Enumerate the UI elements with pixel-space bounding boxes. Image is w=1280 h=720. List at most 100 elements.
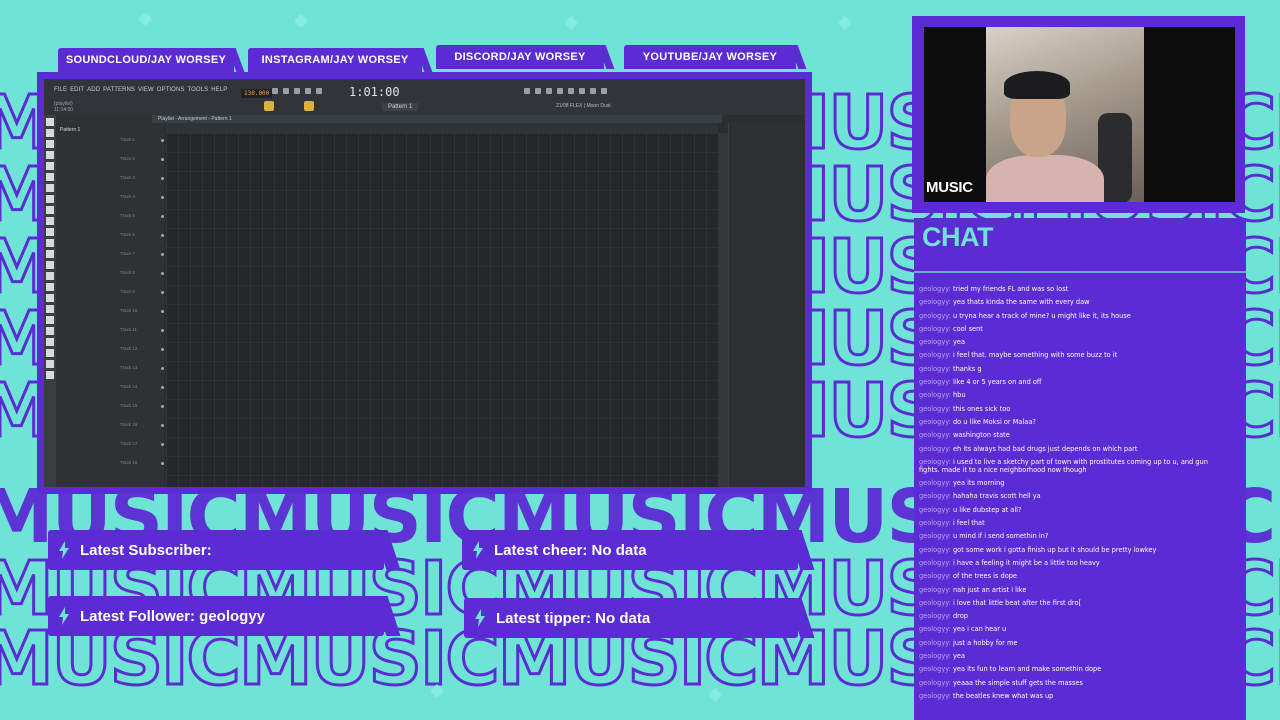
- chat-username[interactable]: geologyy:: [919, 679, 951, 687]
- track-header[interactable]: Track 16: [114, 420, 166, 439]
- chat-username[interactable]: geologyy:: [919, 391, 951, 399]
- sidebar-key[interactable]: [46, 140, 54, 148]
- track-header[interactable]: Track 18: [114, 458, 166, 477]
- tool-icon[interactable]: [568, 88, 574, 94]
- chat-username[interactable]: geologyy:: [919, 639, 951, 647]
- menu-tools[interactable]: TOOLS: [187, 87, 208, 93]
- sidebar-key[interactable]: [46, 305, 54, 313]
- chat-username[interactable]: geologyy:: [919, 479, 951, 487]
- chat-username[interactable]: geologyy:: [919, 612, 951, 620]
- track-header[interactable]: Track 4: [114, 192, 166, 211]
- track-header[interactable]: Track 14: [114, 382, 166, 401]
- tool-icon[interactable]: [524, 88, 530, 94]
- sidebar-key[interactable]: [46, 272, 54, 280]
- chat-username[interactable]: geologyy:: [919, 572, 951, 580]
- chat-username[interactable]: geologyy:: [919, 431, 951, 439]
- tool-icon[interactable]: [579, 88, 585, 94]
- chat-username[interactable]: geologyy:: [919, 325, 951, 333]
- vertical-scrollbar[interactable]: [718, 133, 728, 487]
- tool-icon[interactable]: [590, 88, 596, 94]
- menu-add[interactable]: ADD: [87, 87, 100, 93]
- chat-username[interactable]: geologyy:: [919, 458, 951, 466]
- sidebar-key[interactable]: [46, 184, 54, 192]
- timeline-ruler[interactable]: [166, 123, 718, 133]
- social-tab-discord[interactable]: DISCORD/JAY WORSEY: [436, 45, 604, 69]
- sidebar-key[interactable]: [46, 294, 54, 302]
- social-tab-instagram[interactable]: INSTAGRAM/JAY WORSEY: [248, 48, 422, 72]
- chat-username[interactable]: geologyy:: [919, 546, 951, 554]
- track-header[interactable]: Track 9: [114, 287, 166, 306]
- pattern-item[interactable]: Pattern 1: [60, 127, 80, 133]
- track-header[interactable]: Track 11: [114, 325, 166, 344]
- tool-icon[interactable]: [272, 88, 278, 94]
- menu-edit[interactable]: EDIT: [70, 87, 84, 93]
- track-header[interactable]: Track 7: [114, 249, 166, 268]
- chat-username[interactable]: geologyy:: [919, 599, 951, 607]
- track-header[interactable]: Track 10: [114, 306, 166, 325]
- chat-username[interactable]: geologyy:: [919, 506, 951, 514]
- chat-username[interactable]: geologyy:: [919, 418, 951, 426]
- chat-username[interactable]: geologyy:: [919, 351, 951, 359]
- playlist-grid[interactable]: [166, 133, 718, 487]
- tool-icon[interactable]: [316, 88, 322, 94]
- sidebar-key[interactable]: [46, 316, 54, 324]
- chat-username[interactable]: geologyy:: [919, 492, 951, 500]
- menu-patterns[interactable]: PATTERNS: [103, 87, 135, 93]
- pattern-selector[interactable]: Pattern 1: [382, 103, 419, 111]
- track-header[interactable]: Track 3: [114, 173, 166, 192]
- sidebar-key[interactable]: [46, 239, 54, 247]
- sidebar-key[interactable]: [46, 349, 54, 357]
- tool-icon[interactable]: [283, 88, 289, 94]
- tool-icon[interactable]: [546, 88, 552, 94]
- chat-username[interactable]: geologyy:: [919, 298, 951, 306]
- sidebar-key[interactable]: [46, 173, 54, 181]
- tool-icon[interactable]: [557, 88, 563, 94]
- track-header[interactable]: Track 8: [114, 268, 166, 287]
- menu-view[interactable]: VIEW: [138, 87, 154, 93]
- sidebar-key[interactable]: [46, 360, 54, 368]
- chat-username[interactable]: geologyy:: [919, 519, 951, 527]
- chat-username[interactable]: geologyy:: [919, 625, 951, 633]
- track-header[interactable]: Track 6: [114, 230, 166, 249]
- tool-icon[interactable]: [294, 88, 300, 94]
- track-header[interactable]: Track 5: [114, 211, 166, 230]
- menu-file[interactable]: FILE: [54, 87, 67, 93]
- daw-window[interactable]: FILE EDIT ADD PATTERNS VIEW OPTIONS TOOL…: [44, 79, 805, 487]
- chat-username[interactable]: geologyy:: [919, 338, 951, 346]
- tool-icon[interactable]: [601, 88, 607, 94]
- sidebar-key[interactable]: [46, 217, 54, 225]
- chat-username[interactable]: geologyy:: [919, 652, 951, 660]
- menu-help[interactable]: HELP: [211, 87, 227, 93]
- tool-icon[interactable]: [305, 88, 311, 94]
- chat-username[interactable]: geologyy:: [919, 586, 951, 594]
- track-header[interactable]: Track 13: [114, 363, 166, 382]
- social-tab-soundcloud[interactable]: SOUNDCLOUD/JAY WORSEY: [58, 48, 234, 72]
- chat-username[interactable]: geologyy:: [919, 312, 951, 320]
- track-header[interactable]: Track 2: [114, 154, 166, 173]
- tool-icon[interactable]: [535, 88, 541, 94]
- track-header[interactable]: Track 1: [114, 135, 166, 154]
- menu-options[interactable]: OPTIONS: [157, 87, 185, 93]
- chat-username[interactable]: geologyy:: [919, 692, 951, 700]
- chat-username[interactable]: geologyy:: [919, 378, 951, 386]
- sidebar-key[interactable]: [46, 206, 54, 214]
- sidebar-key[interactable]: [46, 338, 54, 346]
- chat-username[interactable]: geologyy:: [919, 405, 951, 413]
- sidebar-key[interactable]: [46, 371, 54, 379]
- track-header[interactable]: Track 12: [114, 344, 166, 363]
- draw-tool-button[interactable]: [304, 101, 314, 111]
- chat-username[interactable]: geologyy:: [919, 559, 951, 567]
- sidebar-key[interactable]: [46, 283, 54, 291]
- chat-username[interactable]: geologyy:: [919, 532, 951, 540]
- snap-button[interactable]: [264, 101, 274, 111]
- chat-username[interactable]: geologyy:: [919, 665, 951, 673]
- sidebar-key[interactable]: [46, 327, 54, 335]
- sidebar-key[interactable]: [46, 195, 54, 203]
- track-header[interactable]: Track 17: [114, 439, 166, 458]
- sidebar-key[interactable]: [46, 129, 54, 137]
- chat-username[interactable]: geologyy:: [919, 445, 951, 453]
- sidebar-key[interactable]: [46, 162, 54, 170]
- tempo-display[interactable]: 130.000: [241, 89, 273, 98]
- sidebar-key[interactable]: [46, 261, 54, 269]
- sidebar-key[interactable]: [46, 118, 54, 126]
